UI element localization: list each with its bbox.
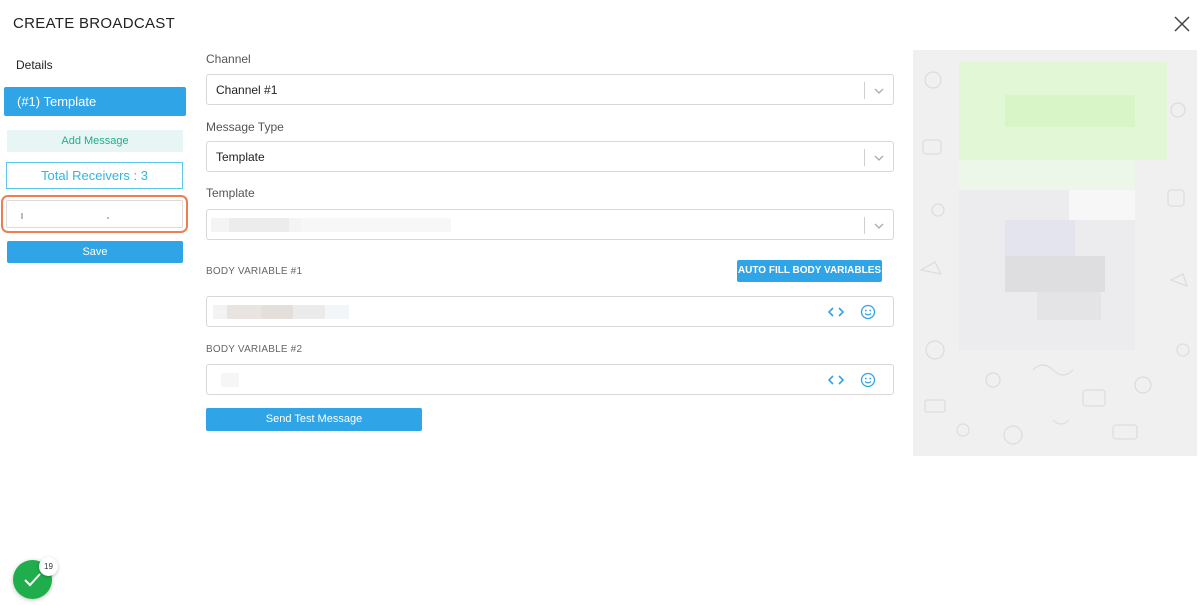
smile-icon[interactable] [860,372,876,388]
create-broadcast-dialog: CREATE BROADCAST Details (#1) Template A… [0,0,1200,605]
chevron-down-icon[interactable] [872,219,886,233]
message-type-value: Template [216,150,265,164]
message-preview [913,50,1197,456]
message-type-label: Message Type [206,120,284,134]
channel-label: Channel [206,52,251,66]
redacted-text-icon [21,213,109,219]
message-type-select[interactable]: Template [206,141,894,172]
template-label: Template [206,186,255,200]
chevron-down-icon[interactable] [872,151,886,165]
select-separator [864,82,865,99]
notification-count-badge: 19 [39,557,58,576]
broadcast-name-highlight [1,195,188,233]
select-separator [864,149,865,166]
close-icon[interactable] [1172,14,1192,34]
channel-value: Channel #1 [216,83,278,97]
body-variable-1-label: BODY VARIABLE #1 [206,266,303,277]
send-test-message-button[interactable]: Send Test Message [206,408,422,431]
template-select[interactable] [206,209,894,240]
select-separator [864,217,865,234]
template-message-item[interactable]: (#1) Template [4,87,186,116]
details-tab[interactable]: Details [16,58,53,72]
total-receivers-button[interactable]: Total Receivers : 3 [6,162,183,189]
channel-select[interactable]: Channel #1 [206,74,894,105]
auto-fill-body-variables-button[interactable]: AUTO FILL BODY VARIABLES [737,260,882,282]
body-variable-1-input[interactable] [206,296,894,327]
check-icon [24,573,41,587]
dialog-title: CREATE BROADCAST [13,15,176,32]
code-icon[interactable] [828,373,844,387]
body-variable-2-redacted-value [221,373,239,387]
add-message-button[interactable]: Add Message [7,130,183,152]
body-variable-2-label: BODY VARIABLE #2 [206,344,303,355]
save-button[interactable]: Save [7,241,183,263]
smile-icon[interactable] [860,304,876,320]
code-icon[interactable] [828,305,844,319]
body-variable-2-input[interactable] [206,364,894,395]
broadcast-name-input[interactable] [6,200,183,228]
chevron-down-icon[interactable] [872,84,886,98]
